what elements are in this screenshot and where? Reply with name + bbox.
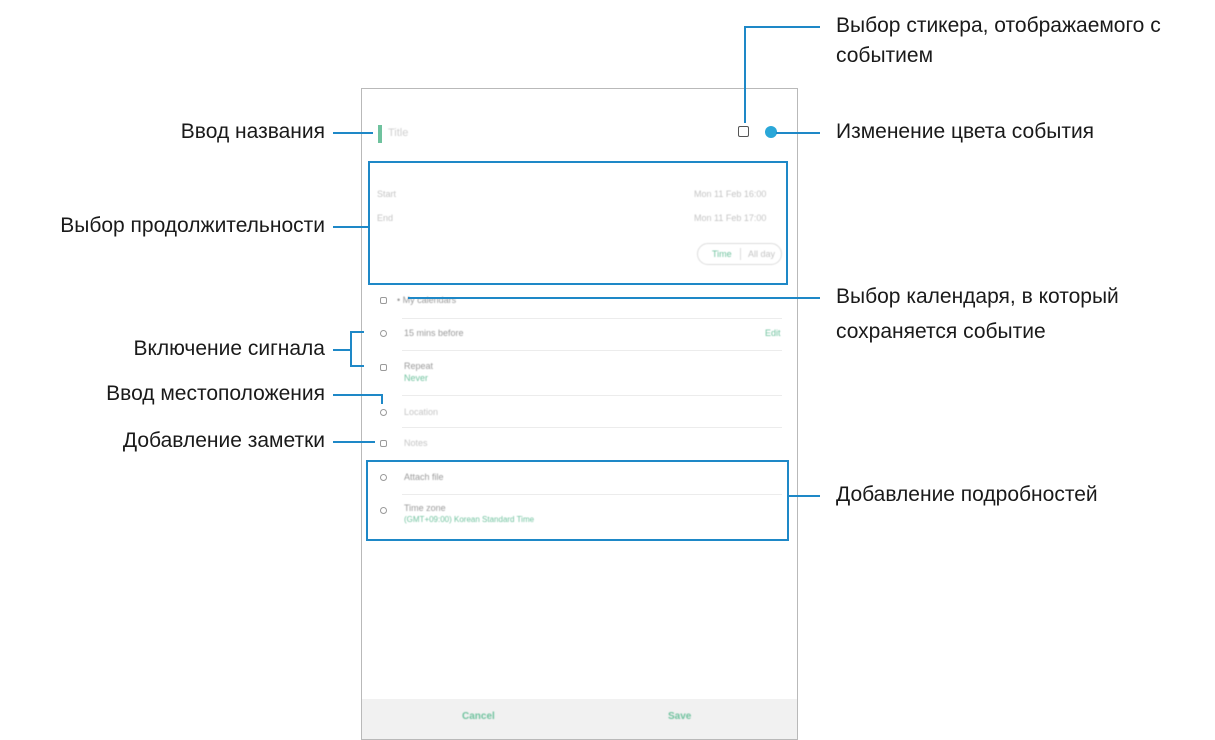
divider xyxy=(402,318,782,319)
label-sticker-line2: событием xyxy=(836,44,934,67)
reminder-value[interactable]: 15 mins before xyxy=(404,328,464,338)
title-input[interactable]: Title xyxy=(388,127,408,139)
duration-highlight-box xyxy=(368,161,788,285)
bottom-action-bar: Cancel Save xyxy=(362,699,797,739)
calendar-icon xyxy=(380,297,387,304)
details-highlight-box xyxy=(366,460,789,541)
title-cursor xyxy=(378,125,382,143)
repeat-value: Never xyxy=(404,373,429,383)
leader-line xyxy=(333,441,375,443)
label-location: Ввод местоположения xyxy=(106,382,325,405)
label-note: Добавление заметки xyxy=(122,429,325,452)
leader-line xyxy=(350,331,352,366)
cancel-button[interactable]: Cancel xyxy=(462,711,495,722)
leader-line xyxy=(333,349,351,351)
divider xyxy=(402,427,782,428)
bell-icon xyxy=(380,330,387,337)
leader-line xyxy=(333,132,373,134)
label-duration: Выбор продолжительности xyxy=(60,214,325,237)
save-button[interactable]: Save xyxy=(668,711,691,722)
location-pin-icon xyxy=(380,409,387,416)
leader-line xyxy=(789,495,820,497)
leader-line xyxy=(776,132,820,134)
repeat-icon xyxy=(380,364,387,371)
leader-line xyxy=(744,26,746,123)
label-alarm: Включение сигнала xyxy=(133,337,325,360)
reminder-edit[interactable]: Edit xyxy=(765,328,781,338)
leader-line xyxy=(381,394,383,404)
leader-line xyxy=(745,26,820,28)
label-sticker-line1: Выбор стикера, отображаемого с xyxy=(836,14,1161,37)
divider xyxy=(402,350,782,351)
label-details: Добавление подробностей xyxy=(836,483,1098,506)
label-calendar-line1: Выбор календаря, в который xyxy=(836,285,1119,308)
divider xyxy=(402,395,782,396)
label-color: Изменение цвета события xyxy=(836,120,1095,143)
note-icon xyxy=(380,440,387,447)
leader-line xyxy=(350,331,364,333)
notes-input[interactable]: Notes xyxy=(404,438,428,448)
repeat-label[interactable]: Repeat xyxy=(404,361,433,371)
sticker-icon[interactable] xyxy=(738,126,749,137)
leader-line xyxy=(350,365,364,367)
leader-line xyxy=(333,394,382,396)
leader-line xyxy=(408,297,820,299)
location-input[interactable]: Location xyxy=(404,407,438,417)
label-calendar-line2: сохраняется событие xyxy=(836,320,1046,343)
label-title-input: Ввод названия xyxy=(180,120,325,143)
leader-line xyxy=(333,226,368,228)
